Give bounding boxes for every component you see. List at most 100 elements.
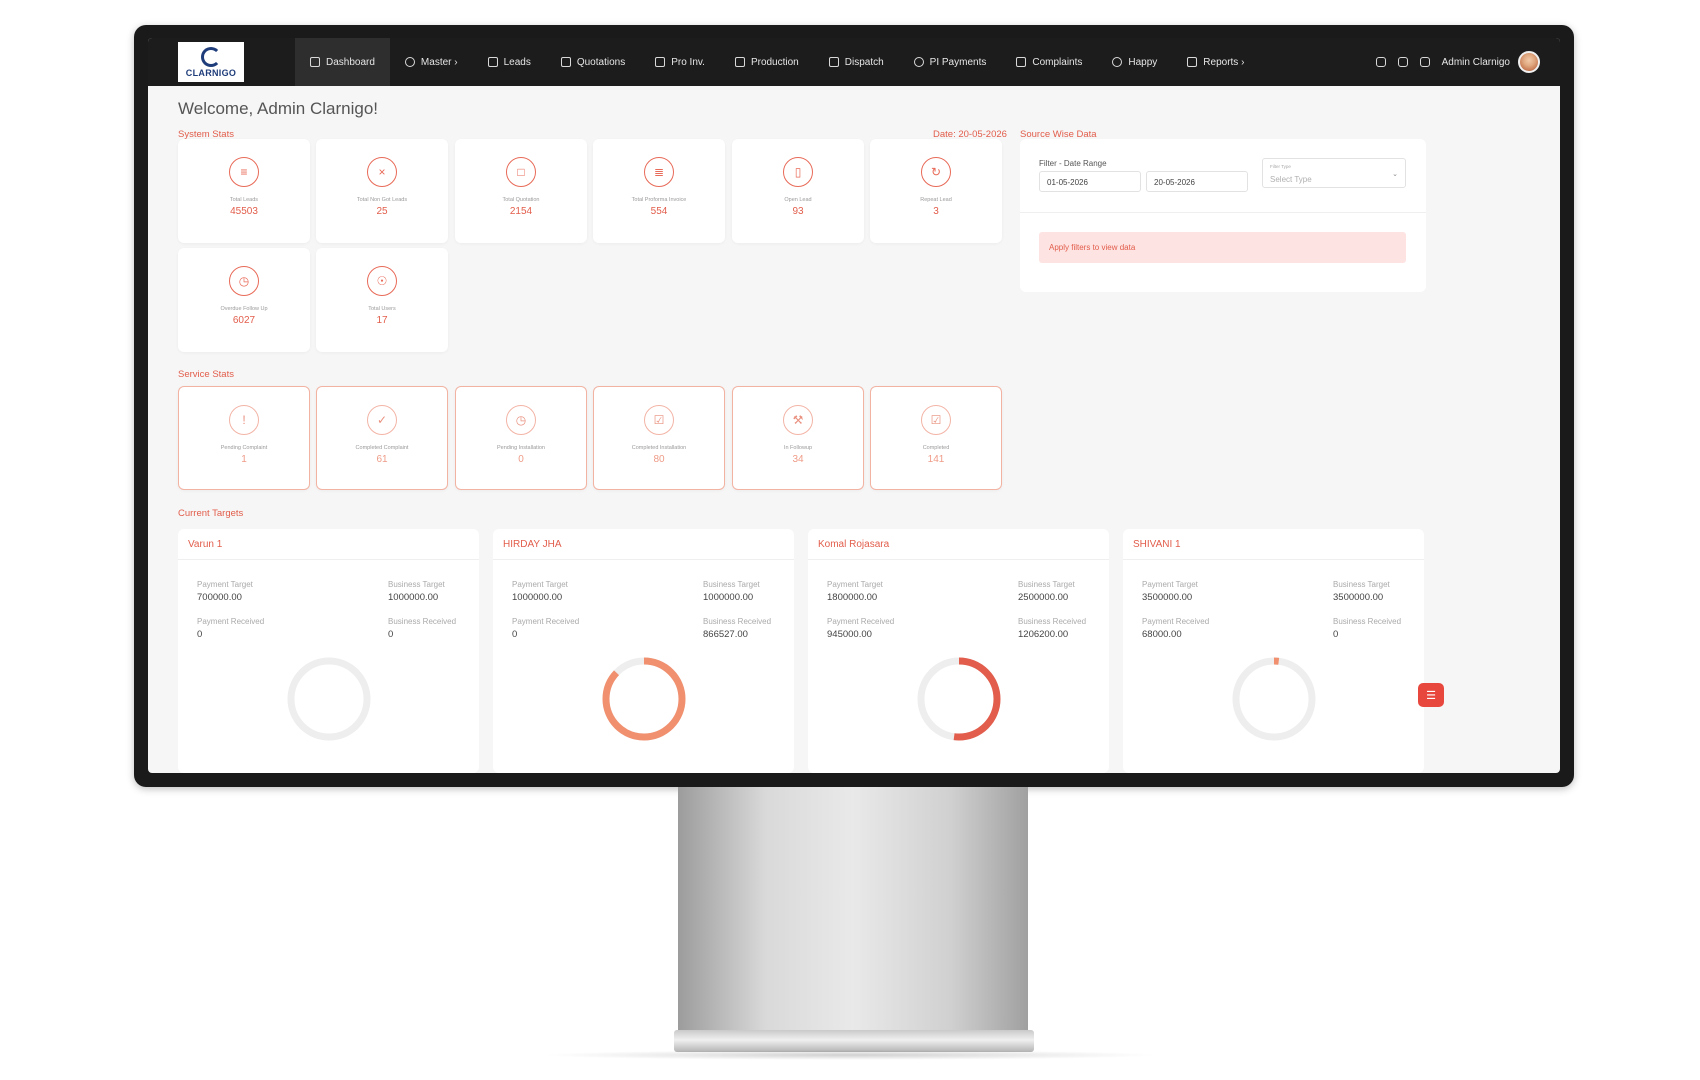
- stat-card[interactable]: ◷ Overdue Follow Up 6027: [178, 248, 310, 352]
- target-card: HIRDAY JHA Payment Target 1000000.00 Busine…: [493, 529, 794, 773]
- payment-target-value: 700000.00: [197, 592, 242, 603]
- stat-label: Completed: [922, 445, 950, 451]
- business-received-value: 866527.00: [703, 629, 748, 640]
- current-targets-title: Current Targets: [178, 508, 244, 519]
- nav-item-production[interactable]: Production: [720, 38, 814, 86]
- stat-card[interactable]: ↻ Repeat Lead 3: [870, 139, 1002, 243]
- divider: [1020, 212, 1426, 213]
- nav-item-master[interactable]: Master ›: [390, 38, 473, 86]
- donut-track: [1232, 657, 1316, 741]
- business-received-value: 0: [1333, 629, 1339, 640]
- stat-card[interactable]: ⚒ In Followup 34: [732, 386, 864, 490]
- stat-label: Completed Installation: [631, 445, 687, 451]
- stat-card[interactable]: ≣ Total Proforma Invoice 554: [593, 139, 725, 243]
- business-received-label: Business Received: [1018, 617, 1087, 626]
- edit-check-icon: ☑: [644, 405, 674, 435]
- stat-card[interactable]: □ Total Quotation 2154: [455, 139, 587, 243]
- paint-roller-button[interactable]: ☰: [1418, 683, 1444, 707]
- filter-type-label: Filter Type: [1270, 164, 1291, 169]
- nav-item-label: Pro Inv.: [671, 56, 705, 68]
- payment-target-label: Payment Target: [1142, 580, 1198, 589]
- lock-icon[interactable]: [1375, 57, 1386, 67]
- target-card: Komal Rojasara Payment Target 1800000.00 Bu…: [808, 529, 1109, 773]
- source-wise-panel: Filter - Date Range 01-05-2026 20-05-202…: [1020, 139, 1426, 292]
- progress-donut: [287, 657, 371, 741]
- payment-received-value: 945000.00: [827, 629, 872, 640]
- payment-received-label: Payment Received: [1142, 617, 1210, 626]
- stat-label: In Followup: [783, 445, 813, 451]
- business-target-value: 3500000.00: [1333, 592, 1384, 603]
- target-card: Varun 1 Payment Target 700000.00 Business T…: [178, 529, 479, 773]
- document-icon: ≡: [229, 157, 259, 187]
- business-target-value: 2500000.00: [1018, 592, 1069, 603]
- stat-card[interactable]: ☉ Total Users 17: [316, 248, 448, 352]
- welcome-heading: Welcome, Admin Clarnigo!: [178, 99, 378, 118]
- filter-date-range-label: Filter - Date Range: [1039, 159, 1107, 168]
- payment-target-label: Payment Target: [197, 580, 253, 589]
- stat-label: Open Lead: [784, 197, 812, 203]
- business-target-label: Business Target: [1333, 580, 1390, 589]
- stat-card[interactable]: ≡ Total Leads 45503: [178, 139, 310, 243]
- stat-label: Total Proforma Invoice: [631, 197, 687, 203]
- stat-card[interactable]: ✓ Completed Complaint 61: [316, 386, 448, 490]
- stat-label: Total Quotation: [502, 197, 540, 203]
- check-icon: ✓: [367, 405, 397, 435]
- date-from-input[interactable]: 01-05-2026: [1039, 171, 1141, 192]
- business-received-label: Business Received: [388, 617, 457, 626]
- stat-card[interactable]: ◷ Pending Installation 0: [455, 386, 587, 490]
- invoice-icon: ≣: [644, 157, 674, 187]
- stat-card[interactable]: × Total Non Got Leads 25: [316, 139, 448, 243]
- screen: CLARNIGO Dashboard Master › Leads Quotat…: [148, 38, 1560, 773]
- app-logo[interactable]: CLARNIGO: [178, 42, 244, 82]
- bell-icon[interactable]: [1419, 57, 1430, 67]
- payment-received-label: Payment Received: [512, 617, 580, 626]
- avatar[interactable]: [1518, 51, 1540, 73]
- nav-item-label: PI Payments: [929, 56, 987, 68]
- nav-item-pro-inv[interactable]: Pro Inv.: [640, 38, 720, 86]
- nav-item-label: Dashboard: [326, 56, 375, 68]
- divider: [493, 559, 794, 560]
- stat-value: 0: [518, 454, 524, 465]
- progress-donut: [602, 657, 686, 741]
- user-name[interactable]: Admin Clarnigo: [1442, 57, 1510, 68]
- nav-item-quotations[interactable]: Quotations: [546, 38, 640, 86]
- nav-item-dispatch[interactable]: Dispatch: [814, 38, 899, 86]
- stat-value: 2154: [509, 206, 533, 217]
- stat-card[interactable]: ▯ Open Lead 93: [732, 139, 864, 243]
- stat-value: 141: [927, 454, 945, 465]
- payment-received-label: Payment Received: [197, 617, 265, 626]
- clock-icon: ◷: [506, 405, 536, 435]
- progress-donut: [1232, 657, 1316, 741]
- nav-item-reports[interactable]: Reports ›: [1172, 38, 1259, 86]
- nav-item-label: Quotations: [576, 56, 626, 68]
- business-received-label: Business Received: [703, 617, 772, 626]
- stat-value: 93: [792, 206, 804, 217]
- payment-received-value: 68000.00: [1142, 629, 1182, 640]
- clipboard-icon: □: [506, 157, 536, 187]
- stat-card[interactable]: ☑ Completed Installation 80: [593, 386, 725, 490]
- nav-item-leads[interactable]: Leads: [473, 38, 546, 86]
- heart-icon: [1112, 57, 1123, 67]
- stat-label: Total Users: [368, 306, 396, 312]
- stat-label: Completed Complaint: [355, 445, 409, 451]
- logo-text: CLARNIGO: [185, 67, 237, 78]
- x-icon: ×: [367, 157, 397, 187]
- stat-card[interactable]: ☑ Completed 141: [870, 386, 1002, 490]
- nav-item-happy[interactable]: Happy: [1097, 38, 1172, 86]
- stat-card[interactable]: ! Pending Complaint 1: [178, 386, 310, 490]
- top-navbar: CLARNIGO Dashboard Master › Leads Quotat…: [148, 38, 1560, 86]
- stand-shadow: [540, 1050, 1160, 1060]
- date-to-input[interactable]: 20-05-2026: [1146, 171, 1248, 192]
- divider: [1123, 559, 1424, 560]
- payment-target-value: 1800000.00: [827, 592, 878, 603]
- payment-icon: [913, 57, 924, 67]
- business-target-label: Business Target: [388, 580, 445, 589]
- filter-type-select[interactable]: Filter Type Select Type ⌄: [1262, 158, 1406, 188]
- nav-item-complaints[interactable]: Complaints: [1001, 38, 1097, 86]
- lightbulb-icon[interactable]: [1397, 57, 1408, 67]
- business-received-value: 0: [388, 629, 394, 640]
- payment-target-value: 3500000.00: [1142, 592, 1193, 603]
- nav-item-dashboard[interactable]: Dashboard: [295, 38, 390, 86]
- nav-item-pi-payments[interactable]: PI Payments: [899, 38, 1002, 86]
- divider: [178, 559, 479, 560]
